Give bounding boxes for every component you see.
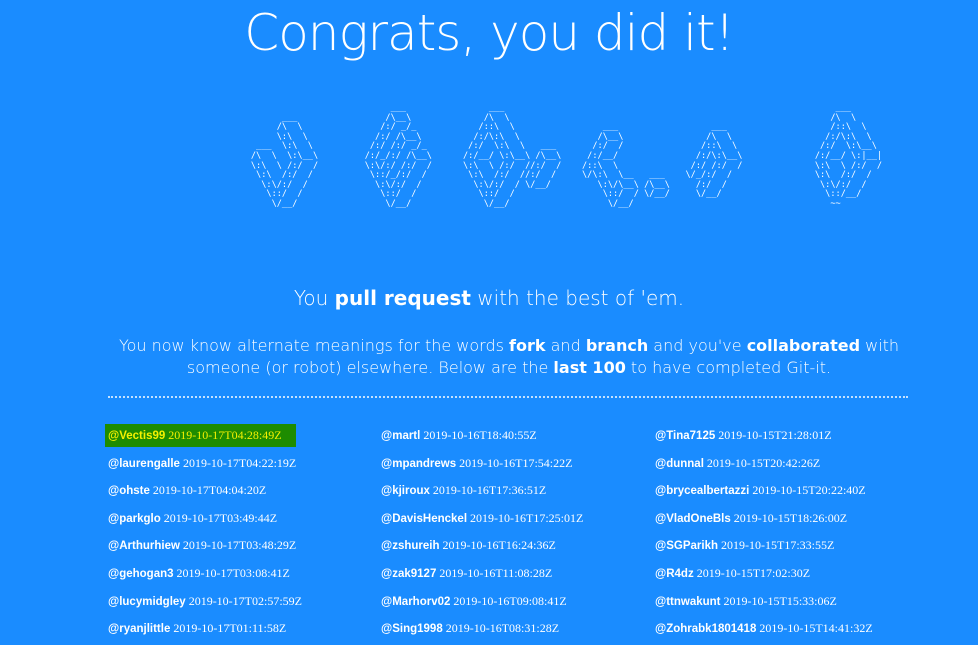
tagline: You pull request with the best of 'em. bbox=[0, 286, 978, 310]
completions-column-2: @martl 2019-10-16T18:40:55Z @mpandrews 2… bbox=[378, 424, 586, 645]
tagline-bold: pull request bbox=[334, 286, 471, 310]
desc-bold: fork bbox=[509, 336, 546, 355]
username-link[interactable]: @SGParikh bbox=[655, 540, 718, 552]
completion-time: 2019-10-15T14:41:32Z bbox=[759, 621, 873, 636]
completion-entry: @zak9127 2019-10-16T11:08:28Z bbox=[378, 562, 586, 585]
username-link[interactable]: @brycealbertazzi bbox=[655, 485, 749, 497]
desc-bold: branch bbox=[585, 336, 649, 355]
completion-time: 2019-10-15T20:22:40Z bbox=[752, 483, 866, 498]
tagline-text-after: with the best of 'em. bbox=[470, 286, 685, 310]
completion-time: 2019-10-15T21:28:01Z bbox=[718, 428, 832, 442]
completion-time: 2019-10-17T01:11:58Z bbox=[173, 621, 287, 636]
tagline-text-before: You bbox=[293, 286, 335, 310]
desc-text: and bbox=[545, 336, 586, 355]
completion-entry: @ryanjlittle 2019-10-17T01:11:58Z bbox=[105, 617, 305, 640]
completion-time: 2019-10-17T03:49:44Z bbox=[163, 510, 278, 525]
completion-time: 2019-10-16T09:08:41Z bbox=[453, 593, 567, 608]
completion-time: 2019-10-15T15:33:06Z bbox=[723, 593, 837, 608]
desc-bold: collaborated bbox=[746, 336, 861, 355]
username-link[interactable]: @Arthurhiew bbox=[108, 540, 180, 552]
username-link[interactable]: @laurengalle bbox=[108, 458, 180, 470]
completion-entry: @Tina7125 2019-10-15T21:28:01Z bbox=[652, 424, 876, 447]
completion-time: 2019-10-16T11:08:28Z bbox=[439, 565, 553, 580]
completion-entry: @dunnal 2019-10-15T20:42:26Z bbox=[652, 452, 876, 475]
completion-entry: @VladOneBls 2019-10-15T18:26:00Z bbox=[652, 507, 876, 530]
username-link[interactable]: @martl bbox=[381, 430, 420, 442]
completion-entry: @zshureih 2019-10-16T16:24:36Z bbox=[378, 534, 586, 557]
username-link[interactable]: @R4dz bbox=[655, 568, 694, 580]
completion-time: 2019-10-17T03:08:41Z bbox=[176, 565, 290, 580]
completion-entry: @gehogan3 2019-10-17T03:08:41Z bbox=[105, 562, 305, 585]
username-link[interactable]: @Tina7125 bbox=[655, 430, 715, 442]
username-link[interactable]: @ttnwakunt bbox=[655, 596, 721, 608]
completion-time: 2019-10-15T18:26:00Z bbox=[733, 510, 848, 525]
description: You now know alternate meanings for the … bbox=[100, 335, 918, 379]
completion-time: 2019-10-15T17:02:30Z bbox=[696, 565, 811, 580]
completion-entry: @SGParikh 2019-10-15T17:33:55Z bbox=[652, 534, 876, 557]
completion-entry: @Marhorv02 2019-10-16T09:08:41Z bbox=[378, 590, 586, 613]
desc-bold: last 100 bbox=[553, 358, 626, 377]
completion-entry: @kjiroux 2019-10-16T17:36:51Z bbox=[378, 479, 586, 502]
username-link[interactable]: @DavisHenckel bbox=[381, 513, 467, 525]
completion-time: 2019-10-16T17:54:22Z bbox=[459, 455, 573, 470]
completion-time: 2019-10-15T20:42:26Z bbox=[706, 455, 821, 470]
desc-text: You now know alternate meanings for the … bbox=[118, 336, 510, 355]
dotted-divider bbox=[108, 396, 908, 398]
completion-time: 2019-10-17T04:04:20Z bbox=[152, 483, 267, 498]
username-link[interactable]: @mpandrews bbox=[381, 458, 456, 470]
username-link[interactable]: @zak9127 bbox=[381, 568, 436, 580]
completions-column-1: @Vectis99 2019-10-17T04:28:49Z @laurenga… bbox=[105, 424, 305, 645]
completion-time: 2019-10-17T04:28:49Z bbox=[168, 428, 282, 442]
username-link[interactable]: @VladOneBls bbox=[655, 513, 731, 525]
username-link[interactable]: @ryanjlittle bbox=[108, 623, 170, 635]
completion-entry: @DavisHenckel 2019-10-16T17:25:01Z bbox=[378, 507, 586, 530]
username-link[interactable]: @lucymidgley bbox=[108, 596, 186, 608]
completion-entry: @brycealbertazzi 2019-10-15T20:22:40Z bbox=[652, 479, 876, 502]
username-link[interactable]: @Marhorv02 bbox=[381, 596, 450, 608]
completion-time: 2019-10-17T02:57:59Z bbox=[188, 593, 303, 608]
completion-entry: @parkglo 2019-10-17T03:49:44Z bbox=[105, 507, 305, 530]
completion-time: 2019-10-16T08:31:28Z bbox=[445, 621, 560, 636]
username-link[interactable]: @zshureih bbox=[381, 540, 440, 552]
completion-entry: @Arthurhiew 2019-10-17T03:48:29Z bbox=[105, 534, 305, 557]
desc-text: and you've bbox=[648, 336, 747, 355]
completion-entry-highlighted: @Vectis99 2019-10-17T04:28:49Z bbox=[105, 424, 296, 447]
completion-entry: @mpandrews 2019-10-16T17:54:22Z bbox=[378, 452, 586, 475]
completion-time: 2019-10-16T16:24:36Z bbox=[442, 538, 556, 553]
username-link[interactable]: @kjiroux bbox=[381, 485, 430, 497]
completion-entry: @ttnwakunt 2019-10-15T15:33:06Z bbox=[652, 590, 876, 613]
completions-column-3: @Tina7125 2019-10-15T21:28:01Z @dunnal 2… bbox=[652, 424, 876, 645]
completion-time: 2019-10-16T17:25:01Z bbox=[470, 510, 584, 525]
completion-entry: @R4dz 2019-10-15T17:02:30Z bbox=[652, 562, 876, 585]
username-link[interactable]: @ohste bbox=[108, 485, 150, 497]
completion-time: 2019-10-17T04:22:19Z bbox=[182, 455, 297, 470]
username-link[interactable]: @Vectis99 bbox=[108, 430, 165, 442]
completion-entry: @laurengalle 2019-10-17T04:22:19Z bbox=[105, 452, 305, 475]
completion-entry: @martl 2019-10-16T18:40:55Z bbox=[378, 424, 586, 447]
completion-time: 2019-10-16T17:36:51Z bbox=[432, 483, 547, 498]
completion-time: 2019-10-17T03:48:29Z bbox=[182, 538, 297, 553]
username-link[interactable]: @gehogan3 bbox=[108, 568, 174, 580]
completion-entry: @lucymidgley 2019-10-17T02:57:59Z bbox=[105, 590, 305, 613]
desc-text: to have completed Git-it. bbox=[625, 358, 832, 377]
username-link[interactable]: @Zohrabk1801418 bbox=[655, 623, 756, 635]
username-link[interactable]: @parkglo bbox=[108, 513, 161, 525]
completion-entry: @ohste 2019-10-17T04:04:20Z bbox=[105, 479, 305, 502]
completion-time: 2019-10-16T18:40:55Z bbox=[423, 428, 537, 442]
completion-entry: @Zohrabk1801418 2019-10-15T14:41:32Z bbox=[652, 617, 876, 640]
username-link[interactable]: @dunnal bbox=[655, 458, 704, 470]
ascii-art-logo: ___ ___ ___ ___ /\__\ /\ \ /\ \ /\ \ /:/… bbox=[250, 103, 883, 209]
page-title: Congrats, you did it! bbox=[244, 4, 734, 62]
completion-entry: @Sing1998 2019-10-16T08:31:28Z bbox=[378, 617, 586, 640]
completion-time: 2019-10-15T17:33:55Z bbox=[721, 538, 835, 553]
username-link[interactable]: @Sing1998 bbox=[381, 623, 443, 635]
